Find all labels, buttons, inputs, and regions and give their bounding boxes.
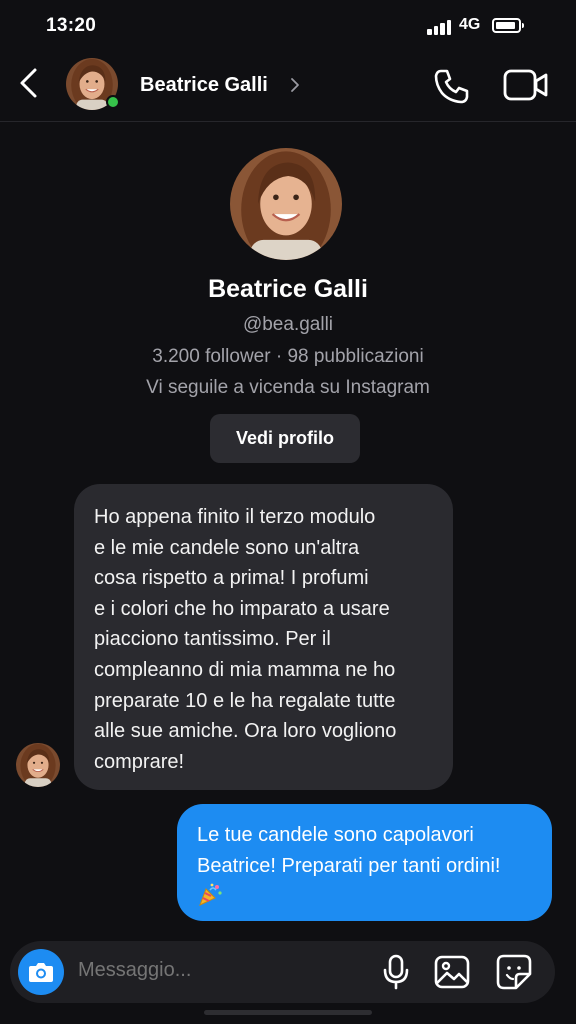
chevron-right-icon[interactable] [290, 77, 300, 93]
gallery-icon[interactable] [434, 955, 470, 989]
home-indicator [204, 1010, 372, 1015]
microphone-icon[interactable] [382, 954, 410, 990]
message-input[interactable] [78, 959, 368, 982]
signal-icon [427, 19, 453, 35]
message-line: cosa rispetto a prima! I profumi [94, 567, 369, 590]
view-profile-button[interactable]: Vedi profilo [210, 414, 360, 463]
message-line: piacciono tantissimo. Per il [94, 628, 331, 651]
message-line: e i colori che ho imparato a usare [94, 597, 390, 620]
message-composer [10, 941, 555, 1003]
sender-avatar[interactable] [16, 743, 60, 787]
message-line: comprare! [94, 750, 185, 773]
mutual-follow-note: Vi seguile a vicenda su Instagram [146, 377, 430, 398]
phone-icon[interactable] [432, 66, 472, 106]
profile-stats: 3.200 follower · 98 pubblicazioni [152, 346, 424, 367]
message-line: Beatrice! Preparati per tanti ordini! [197, 854, 501, 877]
outgoing-message-bubble[interactable]: Le tue candele sono capolavori Beatrice!… [177, 804, 552, 921]
network-type: 4G [459, 16, 481, 33]
message-line: Le tue candele sono capolavori [197, 824, 474, 846]
video-camera-icon[interactable] [503, 66, 549, 104]
chat-header: Beatrice Galli [0, 52, 576, 122]
message-line: compleanno di mia mamma ne ho [94, 658, 396, 681]
message-line: alle sue amiche. Ora loro vogliono [94, 720, 397, 743]
message-line: e le mie candele sono un'altra [94, 536, 360, 559]
incoming-message-bubble[interactable]: Ho appena finito il terzo modulo e le mi… [74, 484, 453, 790]
back-icon[interactable] [16, 66, 44, 100]
online-status-dot [106, 95, 120, 109]
status-bar: 13:20 4G [0, 0, 576, 52]
contact-name[interactable]: Beatrice Galli [140, 74, 268, 97]
message-line: preparate 10 e le ha regalate tutte [94, 689, 396, 712]
camera-icon [29, 963, 53, 982]
camera-button[interactable] [18, 949, 64, 995]
party-popper-icon [199, 883, 222, 907]
profile-name: Beatrice Galli [208, 275, 368, 303]
sticker-icon[interactable] [496, 954, 532, 990]
battery-icon [492, 18, 524, 33]
status-time: 13:20 [46, 15, 97, 36]
message-line [197, 881, 532, 912]
profile-avatar[interactable] [230, 148, 342, 260]
profile-handle: @bea.galli [242, 314, 334, 335]
message-line: Ho appena finito il terzo modulo [94, 506, 376, 528]
